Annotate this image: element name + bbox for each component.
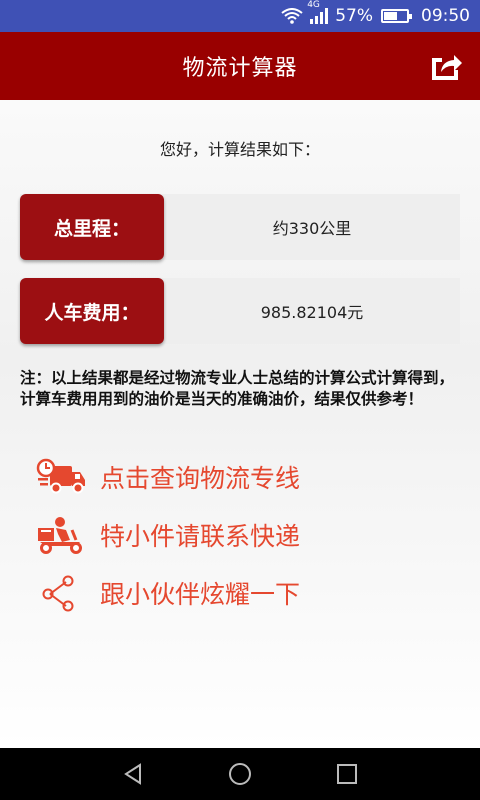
- distance-row: 总里程： 约330公里: [20, 194, 460, 260]
- share-nodes-icon: [36, 573, 90, 613]
- distance-label: 总里程：: [20, 194, 164, 260]
- system-nav-bar: [0, 748, 480, 800]
- courier-label: 特小件请联系快递: [100, 522, 301, 551]
- action-links: 点击查询物流专线 特小件请联系快递 跟小伙伴炫耀一下: [36, 448, 456, 622]
- battery-percent: 57%: [335, 6, 373, 26]
- greeting-text: 您好，计算结果如下：: [159, 140, 320, 159]
- back-icon: [124, 763, 142, 785]
- delivery-truck-icon: [36, 457, 90, 497]
- back-button[interactable]: [113, 754, 153, 794]
- share-button[interactable]: [426, 48, 466, 84]
- cost-label: 人车费用：: [20, 278, 164, 344]
- home-icon: [228, 763, 251, 785]
- recents-button[interactable]: [327, 754, 367, 794]
- courier-scooter-icon: [36, 515, 90, 555]
- query-logistics-label: 点击查询物流专线: [100, 464, 301, 493]
- status-bar: 4G 57% 09:50: [0, 0, 480, 32]
- distance-value: 约330公里: [272, 219, 352, 238]
- clock: 09:50: [421, 6, 470, 26]
- share-friends-link[interactable]: 跟小伙伴炫耀一下: [36, 564, 456, 622]
- cost-value: 985.82104元: [260, 303, 364, 322]
- network-type: 4G: [307, 0, 320, 10]
- disclaimer-note: 注：以上结果都是经过物流专业人士总结的计算公式计算得到，计算车费用用到的油价是当…: [20, 369, 455, 408]
- query-logistics-link[interactable]: 点击查询物流专线: [36, 448, 456, 506]
- wifi-icon: [281, 8, 303, 24]
- home-button[interactable]: [220, 754, 260, 794]
- battery-icon: [381, 9, 412, 23]
- share-icon: [432, 55, 462, 80]
- page-title: 物流计算器: [182, 56, 298, 81]
- content-area: 您好，计算结果如下： 总里程： 约330公里 人车费用： 985.82104元 …: [0, 100, 480, 748]
- share-friends-label: 跟小伙伴炫耀一下: [100, 580, 301, 609]
- courier-link[interactable]: 特小件请联系快递: [36, 506, 456, 564]
- cost-row: 人车费用： 985.82104元: [20, 278, 460, 344]
- app-bar: 物流计算器: [0, 32, 480, 100]
- recents-icon: [336, 764, 357, 784]
- signal-icon: 4G: [307, 0, 329, 24]
